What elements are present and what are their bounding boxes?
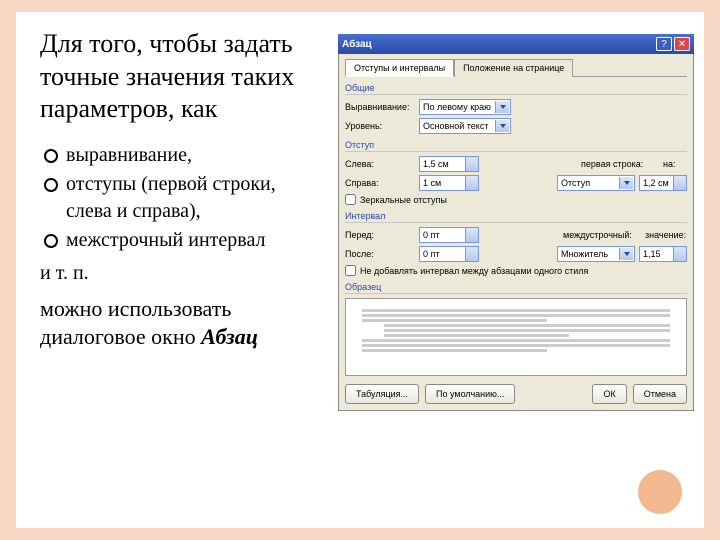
space-before-spin[interactable]: 0 пт bbox=[419, 227, 479, 243]
dialog-title: Абзац bbox=[342, 39, 654, 50]
heading: Для того, чтобы задать точные значения т… bbox=[40, 28, 310, 126]
tab-indents[interactable]: Отступы и интервалы bbox=[345, 59, 454, 77]
bullet-item: межстрочный интервал bbox=[44, 227, 310, 254]
outline-level-combo[interactable]: Основной текст bbox=[419, 118, 511, 134]
tab-strip: Отступы и интервалы Положение на страниц… bbox=[345, 58, 687, 77]
space-after-spin[interactable]: 0 пт bbox=[419, 246, 479, 262]
decorative-circle bbox=[638, 470, 682, 514]
label-right: Справа: bbox=[345, 178, 415, 188]
label-before: Перед: bbox=[345, 230, 415, 240]
titlebar[interactable]: Абзац ? ✕ bbox=[338, 34, 694, 54]
alignment-combo[interactable]: По левому краю bbox=[419, 99, 511, 115]
group-interval: Интервал bbox=[345, 211, 687, 223]
cancel-button[interactable]: Отмена bbox=[633, 384, 687, 404]
group-indent: Отступ bbox=[345, 140, 687, 152]
ok-button[interactable]: ОК bbox=[592, 384, 626, 404]
group-preview: Образец bbox=[345, 282, 687, 294]
preview-pane bbox=[345, 298, 687, 376]
bullet-item: выравнивание, bbox=[44, 142, 310, 169]
help-icon[interactable]: ? bbox=[656, 37, 672, 51]
close-icon[interactable]: ✕ bbox=[674, 37, 690, 51]
mirror-indents-check[interactable]: Зеркальные отступы bbox=[345, 194, 687, 205]
linespacing-at-spin[interactable]: 1,15 bbox=[639, 246, 687, 262]
etc-text: и т. п. bbox=[40, 262, 310, 285]
label-after: После: bbox=[345, 249, 415, 259]
firstline-combo[interactable]: Отступ bbox=[557, 175, 635, 191]
bullet-list: выравнивание, отступы (первой строки, сл… bbox=[44, 142, 310, 254]
label-linespace: междустрочный: bbox=[563, 230, 641, 240]
default-button[interactable]: По умолчанию... bbox=[425, 384, 515, 404]
firstline-by-spin[interactable]: 1,2 см bbox=[639, 175, 687, 191]
no-space-same-style-check[interactable]: Не добавлять интервал между абзацами одн… bbox=[345, 265, 687, 276]
conclusion: можно использовать диалоговое окно Абзац bbox=[40, 295, 310, 352]
tab-pageflow[interactable]: Положение на странице bbox=[454, 59, 573, 77]
linespacing-combo[interactable]: Множитель bbox=[557, 246, 635, 262]
explanation-text: Для того, чтобы задать точные значения т… bbox=[40, 28, 310, 352]
paragraph-dialog: Абзац ? ✕ Отступы и интервалы Положение … bbox=[338, 34, 694, 411]
tabs-button[interactable]: Табуляция... bbox=[345, 384, 419, 404]
group-general: Общие bbox=[345, 83, 687, 95]
label-left: Слева: bbox=[345, 159, 415, 169]
label-firstline: первая строка: bbox=[581, 159, 659, 169]
label-level: Уровень: bbox=[345, 121, 415, 131]
indent-right-spin[interactable]: 1 см bbox=[419, 175, 479, 191]
label-by1: на: bbox=[663, 159, 687, 169]
label-by2: значение: bbox=[645, 230, 687, 240]
bullet-item: отступы (первой строки, слева и справа), bbox=[44, 171, 310, 225]
indent-left-spin[interactable]: 1,5 см bbox=[419, 156, 479, 172]
label-align: Выравнивание: bbox=[345, 102, 415, 112]
